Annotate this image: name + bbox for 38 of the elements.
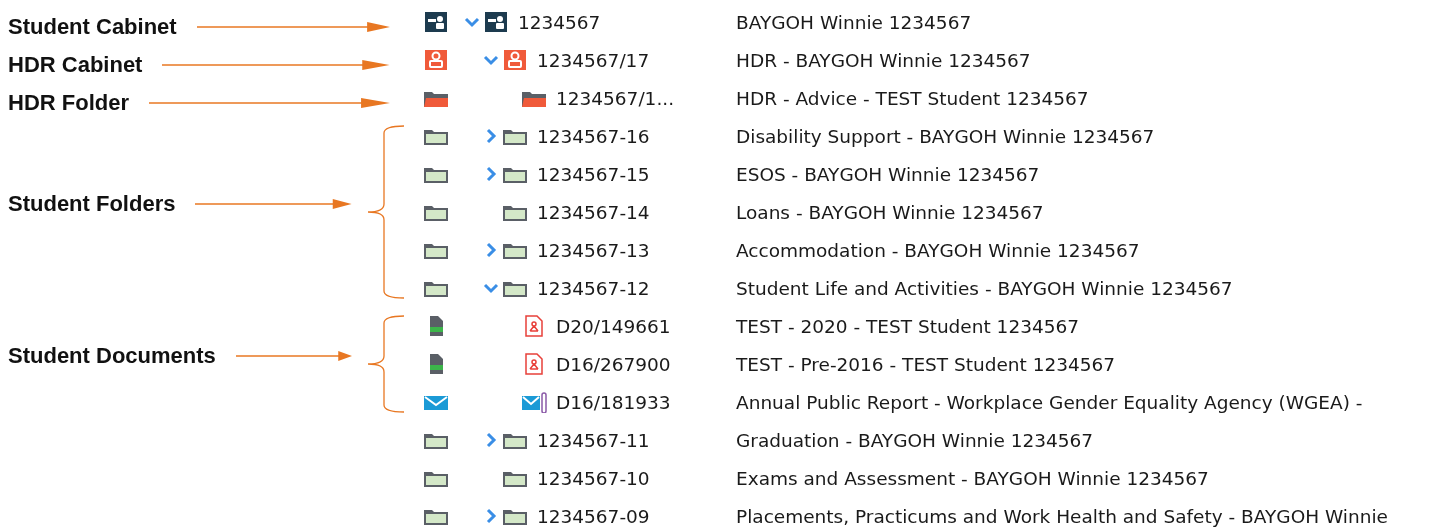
person-icon bbox=[422, 49, 450, 71]
record-title: Placements, Practicums and Work Health and Safety - BAYGOH Winnie bbox=[736, 505, 1388, 527]
tree-item-label[interactable]: 1234567-09 bbox=[537, 505, 650, 527]
tree-item-label[interactable]: D16/181933 bbox=[556, 391, 671, 413]
tree-item-label[interactable]: 1234567-11 bbox=[537, 429, 650, 451]
cabinet-icon bbox=[422, 11, 450, 33]
record-title: Annual Public Report - Workplace Gender Equality Agency (WGEA) - bbox=[736, 391, 1363, 413]
tree-item-label[interactable]: 1234567/17 bbox=[537, 49, 650, 71]
annotation-label: Student Folders bbox=[8, 191, 176, 217]
tree-item-label[interactable]: 1234567-14 bbox=[537, 201, 650, 223]
tree-item-label[interactable]: D16/267900 bbox=[556, 353, 671, 375]
record-title: BAYGOH Winnie 1234567 bbox=[736, 11, 972, 33]
annotation-label: Student Documents bbox=[8, 343, 216, 369]
record-title: HDR - Advice - TEST Student 1234567 bbox=[736, 87, 1089, 109]
record-title: Loans - BAYGOH Winnie 1234567 bbox=[736, 201, 1044, 223]
envelope-paperclip-icon bbox=[520, 391, 548, 413]
record-title: Graduation - BAYGOH Winnie 1234567 bbox=[736, 429, 1094, 451]
tree-item-label[interactable]: D20/149661 bbox=[556, 315, 671, 337]
annotation-label: HDR Folder bbox=[8, 90, 129, 116]
record-title: Exams and Assessment - BAYGOH Winnie 1234567 bbox=[736, 467, 1209, 489]
record-title: Disability Support - BAYGOH Winnie 1234567 bbox=[736, 125, 1155, 147]
record-title: HDR - BAYGOH Winnie 1234567 bbox=[736, 49, 1031, 71]
cabinet-icon bbox=[482, 11, 510, 33]
tree-item-label[interactable]: 1234567-15 bbox=[537, 163, 650, 185]
tree-item-label[interactable]: 1234567 bbox=[518, 11, 601, 33]
tree-item-label[interactable]: 1234567-16 bbox=[537, 125, 650, 147]
annotation-label: HDR Cabinet bbox=[8, 52, 143, 78]
record-title: Accommodation - BAYGOH Winnie 1234567 bbox=[736, 239, 1140, 261]
record-title: Student Life and Activities - BAYGOH Winnie 1234567 bbox=[736, 277, 1233, 299]
record-title: ESOS - BAYGOH Winnie 1234567 bbox=[736, 163, 1040, 185]
tree-item-label[interactable]: 1234567-12 bbox=[537, 277, 650, 299]
annotation-label: Student Cabinet bbox=[8, 14, 177, 40]
tree-item-label[interactable]: 1234567/1... bbox=[556, 87, 675, 109]
tree-item-label[interactable]: 1234567-13 bbox=[537, 239, 650, 261]
record-title: TEST - Pre-2016 - TEST Student 1234567 bbox=[736, 353, 1116, 375]
record-title: TEST - 2020 - TEST Student 1234567 bbox=[736, 315, 1079, 337]
person-icon bbox=[501, 49, 529, 71]
tree-item-label[interactable]: 1234567-10 bbox=[537, 467, 650, 489]
